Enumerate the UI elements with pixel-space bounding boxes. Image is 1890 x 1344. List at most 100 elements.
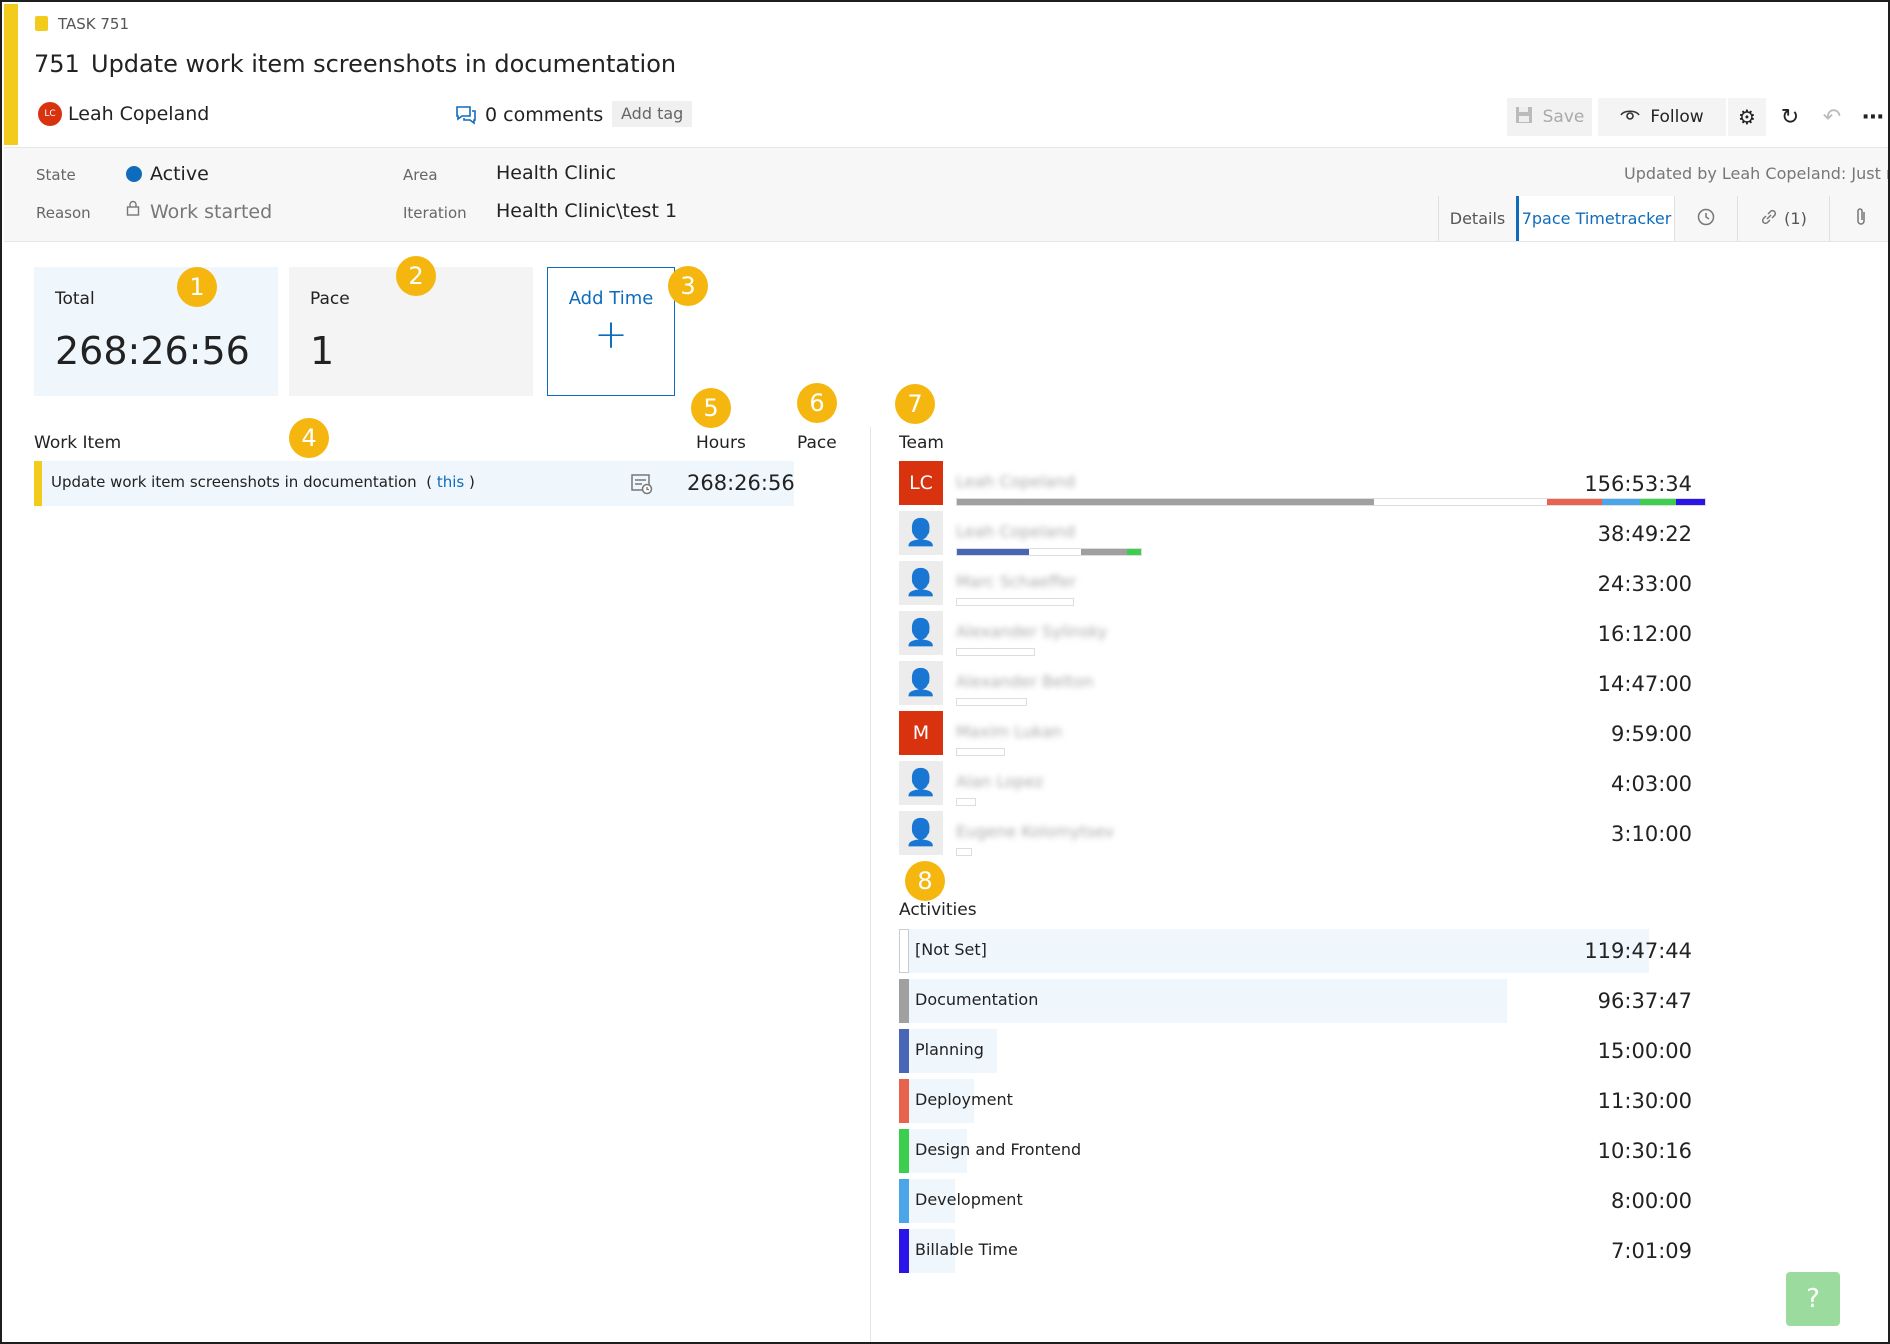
reason-field: Work started: [150, 201, 273, 223]
activity-label: Documentation: [915, 990, 1039, 1009]
help-button[interactable]: ?: [1786, 1272, 1840, 1326]
history-icon: [1696, 207, 1716, 231]
member-hours: 38:49:22: [1597, 522, 1692, 546]
member-name: Maxim Lukan: [956, 722, 1062, 741]
callout-marker: 8: [905, 861, 945, 901]
activity-row[interactable]: Planning: [899, 1029, 1649, 1073]
member-hours: 24:33:00: [1597, 572, 1692, 596]
tab-timetracker[interactable]: 7pace Timetracker: [1516, 196, 1674, 241]
activity-row[interactable]: [Not Set]: [899, 929, 1649, 973]
pace-label: Pace: [310, 289, 350, 309]
add-tag-button[interactable]: Add tag: [612, 101, 693, 127]
tab-links[interactable]: (1): [1737, 196, 1829, 241]
person-icon: 👤: [904, 668, 938, 698]
work-item-form: TASK 751 751 Update work item screenshot…: [0, 0, 1890, 1344]
avatar: 👤: [899, 511, 943, 555]
callout-marker: 2: [396, 256, 436, 296]
callout-marker: 3: [668, 266, 708, 306]
activity-color-swatch: [899, 1079, 909, 1123]
activity-row[interactable]: Development: [899, 1179, 1649, 1223]
tab-details[interactable]: Details: [1438, 196, 1516, 241]
comments-link[interactable]: 0 comments: [485, 104, 603, 126]
activity-label: Deployment: [915, 1090, 1013, 1109]
activity-row[interactable]: Documentation: [899, 979, 1649, 1023]
activities-title: Activities: [899, 900, 977, 920]
work-item-hours: 268:26:56: [687, 471, 795, 495]
add-time-button[interactable]: Add Time +: [547, 267, 675, 396]
activity-row[interactable]: Deployment: [899, 1079, 1649, 1123]
form-tabs: Details 7pace Timetracker (1): [1438, 196, 1888, 241]
member-hours: 14:47:00: [1597, 672, 1692, 696]
member-activity-bar: [956, 548, 1142, 556]
column-header-work-item: Work Item: [34, 433, 122, 453]
follow-button[interactable]: Follow: [1598, 98, 1726, 136]
activity-color-swatch: [899, 1029, 909, 1073]
member-activity-bar: [956, 748, 1005, 756]
owner-name[interactable]: Leah Copeland: [68, 103, 209, 125]
member-activity-bar: [956, 798, 976, 806]
activity-row[interactable]: Design and Frontend: [899, 1129, 1649, 1173]
column-header-hours: Hours: [696, 433, 746, 453]
state-indicator-icon: [126, 166, 142, 182]
activity-hours: 119:47:44: [1584, 939, 1692, 963]
this-link[interactable]: this: [437, 473, 464, 491]
avatar: 👤: [899, 561, 943, 605]
lock-icon: [126, 200, 140, 220]
activity-hours: 11:30:00: [1597, 1089, 1692, 1113]
member-hours: 16:12:00: [1597, 622, 1692, 646]
activity-hours: 15:00:00: [1597, 1039, 1692, 1063]
task-label: TASK 751: [58, 15, 130, 33]
avatar: 👤: [899, 811, 943, 855]
activity-label: Billable Time: [915, 1240, 1018, 1259]
activity-label: Planning: [915, 1040, 984, 1059]
more-actions-button[interactable]: ⋯: [1858, 98, 1888, 136]
person-icon: 👤: [904, 818, 938, 848]
tab-history[interactable]: [1674, 196, 1737, 241]
member-activity-bar: [956, 698, 1027, 706]
plus-icon: +: [594, 312, 628, 358]
activity-label: Development: [915, 1190, 1023, 1209]
save-label: Save: [1542, 107, 1585, 127]
refresh-button[interactable]: ↻: [1774, 98, 1806, 136]
paperclip-icon: [1854, 207, 1868, 231]
member-name: Alexander Sylinsky: [956, 622, 1108, 641]
tab-attachments[interactable]: [1829, 196, 1888, 241]
person-icon: 👤: [904, 618, 938, 648]
callout-marker: 1: [177, 267, 217, 307]
area-label: Area: [403, 166, 438, 184]
member-activity-bar: [956, 598, 1074, 606]
person-icon: 👤: [904, 768, 938, 798]
area-field[interactable]: Health Clinic: [496, 162, 616, 184]
time-log-icon[interactable]: [631, 473, 653, 500]
refresh-icon: ↻: [1780, 104, 1800, 130]
total-label: Total: [55, 289, 95, 309]
avatar: M: [899, 711, 943, 755]
member-activity-bar: [956, 848, 972, 856]
task-title[interactable]: Update work item screenshots in document…: [91, 50, 676, 78]
member-name: Leah Copeland: [956, 522, 1076, 541]
updated-info: Updated by Leah Copeland: Just now: [1624, 164, 1890, 183]
owner-avatar: LC: [38, 102, 62, 126]
undo-button[interactable]: ↶: [1816, 98, 1848, 136]
activity-color-swatch: [899, 929, 909, 973]
team-title: Team: [899, 433, 944, 453]
this-close: ): [464, 473, 475, 491]
add-time-label: Add Time: [568, 288, 654, 309]
activity-share-bar: [899, 929, 1649, 973]
member-activity-bar: [956, 648, 1035, 656]
task-number: 751: [34, 50, 80, 78]
comments-icon[interactable]: [455, 105, 477, 130]
panel-divider: [870, 427, 871, 1342]
activity-color-swatch: [899, 1229, 909, 1273]
save-button[interactable]: Save: [1507, 98, 1592, 136]
table-row[interactable]: Update work item screenshots in document…: [34, 461, 795, 506]
iteration-field[interactable]: Health Clinic\test 1: [496, 200, 677, 222]
state-label: State: [36, 166, 76, 184]
state-field[interactable]: Active: [150, 163, 209, 185]
settings-button[interactable]: ⚙: [1728, 98, 1766, 136]
member-name: Eugene Kolomytsev: [956, 822, 1115, 841]
person-icon: 👤: [904, 518, 938, 548]
activity-row[interactable]: Billable Time: [899, 1229, 1649, 1273]
follow-label: Follow: [1650, 107, 1704, 127]
member-hours: 3:10:00: [1611, 822, 1692, 846]
